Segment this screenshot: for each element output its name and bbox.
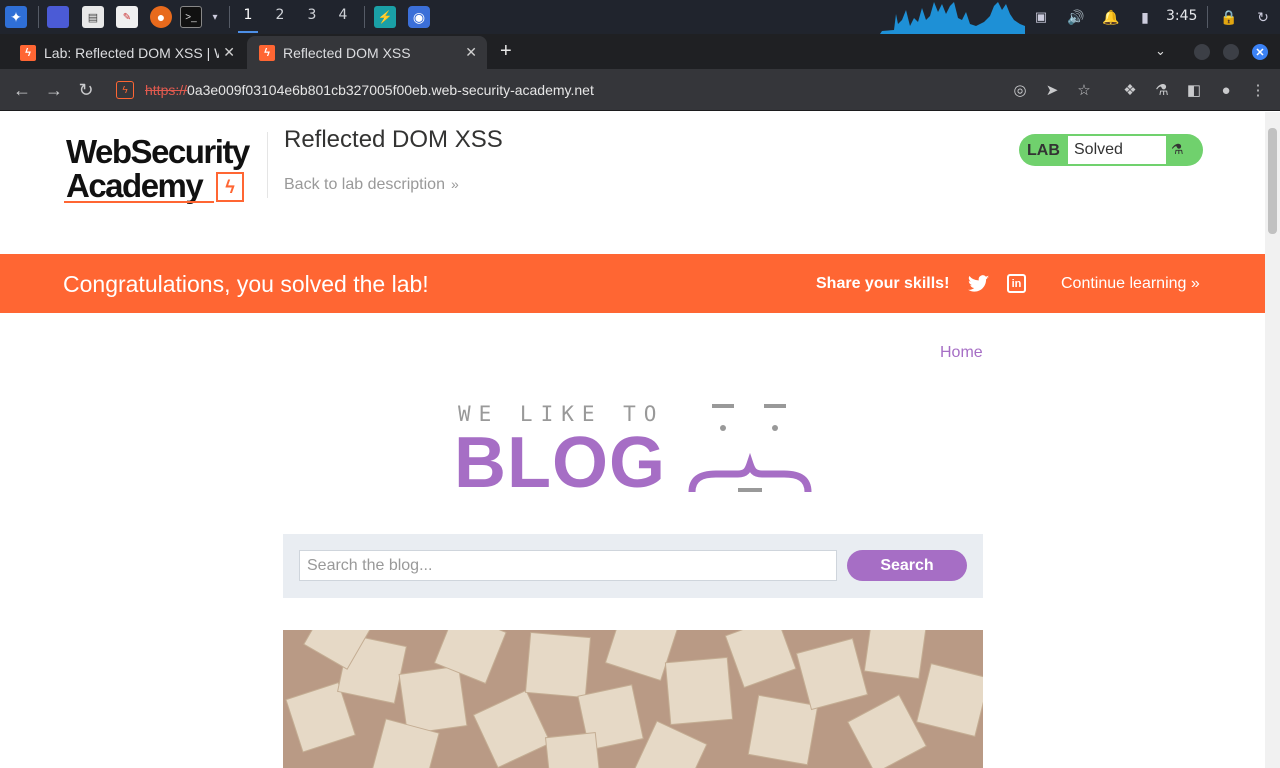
flask-icon[interactable]: ⚗ xyxy=(1152,80,1172,100)
workspace-3[interactable]: 3 xyxy=(302,7,322,23)
chevron-down-icon[interactable]: ⌄ xyxy=(1155,43,1166,59)
home-link[interactable]: Home xyxy=(940,344,983,362)
tab-title: Lab: Reflected DOM XSS | Web Security Ac… xyxy=(44,44,219,61)
back-to-lab-link[interactable]: Back to lab description » xyxy=(284,176,459,194)
lightning-icon: ϟ xyxy=(216,172,244,202)
url-protocol: https:// xyxy=(145,82,188,98)
blog-face-icon xyxy=(688,404,812,493)
taskbar-divider xyxy=(1207,6,1208,28)
logo-underline xyxy=(64,201,214,203)
lab-status-label: LAB xyxy=(1027,142,1060,159)
workspace-1[interactable]: 1 xyxy=(238,7,258,33)
academy-logo[interactable]: WebSecurity Academy ϟ xyxy=(64,134,264,206)
terminal-icon[interactable]: >_ xyxy=(180,6,202,28)
solved-banner: Congratulations, you solved the lab! Sha… xyxy=(0,254,1265,313)
solved-message: Congratulations, you solved the lab! xyxy=(63,271,429,297)
continue-learning-label: Continue learning xyxy=(1061,275,1187,292)
browser-toolbar: ← → ↻ ϟ https://0a3e009f03104e6b801cb327… xyxy=(0,69,1280,111)
back-arrow-icon[interactable]: ← xyxy=(10,78,34,102)
twitter-icon[interactable] xyxy=(968,273,990,295)
tab-lab-description[interactable]: ϟ Lab: Reflected DOM XSS | Web Security … xyxy=(0,36,245,69)
chromium-icon[interactable]: ◉ xyxy=(408,6,430,28)
burp-icon[interactable]: ⚡ xyxy=(374,6,396,28)
taskbar-clock[interactable]: 3:45 xyxy=(1166,8,1197,24)
lab-status-value: Solved xyxy=(1068,136,1166,164)
url-host: 0a3e009f03104e6b801cb327005f00eb.web-sec… xyxy=(187,82,594,98)
blog-wordmark: BLOG xyxy=(454,423,666,503)
star-icon[interactable]: ☆ xyxy=(1074,80,1094,100)
lab-status-badge: LAB Solved ⚗ xyxy=(1019,134,1203,166)
volume-icon[interactable]: 🔊 xyxy=(1065,6,1087,28)
menu-dots-icon[interactable]: ⋮ xyxy=(1248,80,1268,100)
page-viewport: WebSecurity Academy ϟ Reflected DOM XSS … xyxy=(0,112,1265,768)
os-taskbar: ✦ ▤ ✎ ● >_ ▾ 1 2 3 4 ⚡ ◉ ▣ 🔊 🔔 ▮ 3:45 🔒 … xyxy=(0,0,1280,34)
tab-reflected-dom-xss[interactable]: ϟ Reflected DOM XSS ✕ xyxy=(247,36,487,69)
display-icon[interactable]: ▣ xyxy=(1030,6,1052,28)
browser-tab-strip: ϟ Lab: Reflected DOM XSS | Web Security … xyxy=(0,34,1280,69)
minimize-button[interactable] xyxy=(1194,44,1210,60)
files-icon[interactable]: ▤ xyxy=(82,6,104,28)
search-input[interactable] xyxy=(299,550,837,581)
back-link-label: Back to lab description xyxy=(284,176,445,193)
blog-logo: WE LIKE TO BLOG xyxy=(450,400,820,510)
blog-post-image[interactable] xyxy=(283,630,983,768)
kali-menu-icon[interactable]: ✦ xyxy=(5,6,27,28)
double-chevron-right-icon: » xyxy=(1186,275,1200,292)
search-button[interactable]: Search xyxy=(847,550,967,581)
logo-line-2: Academy xyxy=(66,167,204,204)
taskbar-divider xyxy=(38,6,39,28)
text-editor-icon[interactable]: ✎ xyxy=(116,6,138,28)
taskbar-divider xyxy=(364,6,365,28)
site-info-icon[interactable]: ϟ xyxy=(116,81,134,99)
profile-icon[interactable]: ● xyxy=(1216,80,1236,100)
workspace-2[interactable]: 2 xyxy=(270,7,290,23)
workspace-4[interactable]: 4 xyxy=(333,7,353,23)
share-label: Share your skills! xyxy=(816,275,950,292)
logo-line-1: WebSecurity xyxy=(66,133,250,170)
header-divider xyxy=(267,132,268,198)
search-panel: Search xyxy=(283,534,983,598)
extensions-icon[interactable]: ❖ xyxy=(1120,80,1140,100)
page-scrollbar[interactable] xyxy=(1265,112,1280,768)
cpu-graph xyxy=(880,2,1025,34)
sidebar-icon[interactable]: ◧ xyxy=(1184,80,1204,100)
close-icon[interactable]: ✕ xyxy=(223,44,235,61)
lock-icon[interactable]: 🔒 xyxy=(1218,6,1240,28)
taskbar-divider xyxy=(229,6,230,28)
chevron-down-icon[interactable]: ▾ xyxy=(204,6,226,28)
flask-icon: ⚗ xyxy=(1171,141,1184,157)
eye-off-icon[interactable]: ◎ xyxy=(1010,80,1030,100)
reload-icon[interactable]: ↻ xyxy=(74,78,98,102)
lab-title: Reflected DOM XSS xyxy=(284,126,503,153)
maximize-button[interactable] xyxy=(1223,44,1239,60)
send-icon[interactable]: ➤ xyxy=(1042,80,1062,100)
continue-learning-link[interactable]: Continue learning » xyxy=(1061,275,1200,293)
scrollbar-thumb[interactable] xyxy=(1268,128,1277,234)
new-tab-button[interactable]: + xyxy=(500,41,512,61)
firefox-icon[interactable]: ● xyxy=(150,6,172,28)
desktop-icon[interactable] xyxy=(47,6,69,28)
address-bar[interactable]: https://0a3e009f03104e6b801cb327005f00eb… xyxy=(145,82,594,98)
window-close-button[interactable]: ✕ xyxy=(1252,44,1268,60)
forward-arrow-icon[interactable]: → xyxy=(42,78,66,102)
tab-title: Reflected DOM XSS xyxy=(283,44,411,61)
double-chevron-right-icon: » xyxy=(450,176,459,192)
battery-icon[interactable]: ▮ xyxy=(1134,6,1156,28)
academy-favicon-icon: ϟ xyxy=(20,44,36,61)
bell-icon[interactable]: 🔔 xyxy=(1100,6,1122,28)
power-icon[interactable]: ↻ xyxy=(1252,6,1274,28)
academy-favicon-icon: ϟ xyxy=(259,44,275,61)
linkedin-icon[interactable]: in xyxy=(1007,274,1026,293)
close-icon[interactable]: ✕ xyxy=(465,44,477,61)
